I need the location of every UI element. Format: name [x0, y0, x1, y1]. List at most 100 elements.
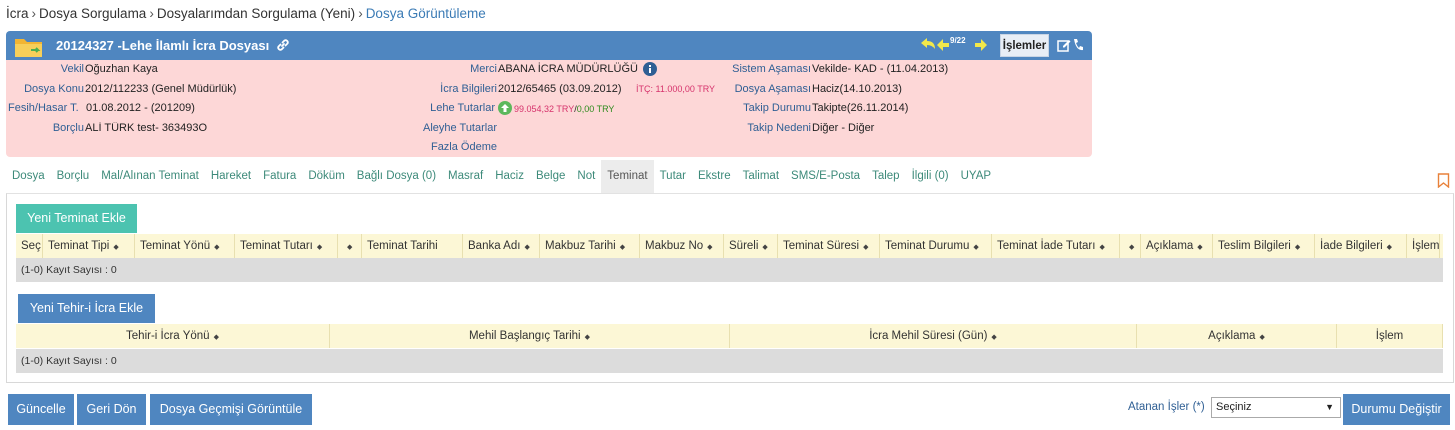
column-header[interactable]: İşlem [1407, 234, 1440, 258]
sort-icon[interactable]: ◆ [524, 244, 529, 251]
tab-item[interactable]: Fatura [257, 160, 302, 193]
tab-item[interactable]: İlgili (0) [906, 160, 955, 193]
column-header[interactable]: Teminat Tutarı ◆ [235, 234, 338, 258]
geri-don-button[interactable]: Geri Dön [77, 394, 146, 425]
column-header[interactable]: Teminat Tarihi [362, 234, 463, 258]
itc-value: İTÇ: 11.000,00 TRY [636, 84, 716, 94]
column-header[interactable]: İade Bilgileri ◆ [1315, 234, 1407, 258]
column-header-label: Makbuz No [645, 240, 704, 252]
breadcrumb-item-dosyalarimdan[interactable]: Dosyalarımdan Sorgulama (Yeni) [157, 6, 355, 21]
guncelle-button[interactable]: Güncelle [8, 394, 74, 425]
tab-item[interactable]: Hareket [205, 160, 257, 193]
column-header[interactable]: Teminat Süresi ◆ [778, 234, 880, 258]
sort-icon[interactable]: ◆ [762, 244, 767, 251]
column-header[interactable]: Seç [16, 234, 43, 258]
column-header[interactable]: Makbuz No ◆ [640, 234, 724, 258]
sort-icon[interactable]: ◆ [214, 244, 219, 251]
breadcrumb-item-icra[interactable]: İcra [6, 6, 29, 21]
tab-item[interactable]: Talimat [737, 160, 785, 193]
tab-item[interactable]: Borçlu [51, 160, 96, 193]
tab-item[interactable]: Bağlı Dosya (0) [351, 160, 442, 193]
tab-item[interactable]: Teminat [601, 160, 654, 193]
borclu-value[interactable]: ALİ TÜRK test- 363493O [85, 122, 220, 134]
sort-icon[interactable]: ◆ [707, 244, 712, 251]
column-header-label: Teminat İade Tutarı [997, 240, 1096, 252]
sort-icon[interactable]: ◆ [1387, 244, 1392, 251]
tab-item[interactable]: Tutar [654, 160, 692, 193]
tehir-record-count: (1-0) Kayıt Sayısı : 0 [16, 349, 1443, 373]
info-icon[interactable] [643, 62, 657, 76]
sort-icon[interactable]: ◆ [1129, 244, 1134, 251]
column-header-label: Teslim Bilgileri [1218, 240, 1291, 252]
column-header[interactable]: Teminat Tipi ◆ [43, 234, 135, 258]
column-header[interactable]: ◆ [338, 234, 362, 258]
sort-icon[interactable]: ◆ [1197, 244, 1202, 251]
column-header[interactable]: Tehir-i İcra Yönü ◆ [16, 324, 330, 348]
takip-nedeni-value: Diğer - Diğer [812, 122, 875, 134]
column-header[interactable]: Açıklama ◆ [1141, 234, 1213, 258]
tab-item[interactable]: Döküm [302, 160, 350, 193]
column-header[interactable]: Makbuz Tarihi ◆ [540, 234, 640, 258]
sort-icon[interactable]: ◆ [973, 244, 978, 251]
sort-icon[interactable]: ◆ [863, 244, 868, 251]
column-header-label: Teminat Yönü [140, 240, 211, 252]
tab-item[interactable]: Talep [866, 160, 906, 193]
add-tehir-button[interactable]: Yeni Tehir-i İcra Ekle [18, 294, 155, 323]
tab-item[interactable]: UYAP [955, 160, 997, 193]
column-header[interactable]: Açıklama ◆ [1137, 324, 1337, 348]
sort-icon[interactable]: ◆ [1295, 244, 1300, 251]
column-header[interactable]: Banka Adı ◆ [463, 234, 540, 258]
column-header-label: Teminat Süresi [783, 240, 860, 252]
arrow-up-icon [498, 101, 512, 115]
column-header[interactable]: Mehil Başlangıç Tarihi ◆ [330, 324, 730, 348]
sort-icon[interactable]: ◆ [1099, 244, 1104, 251]
dosya-konu-label: Dosya Konu [24, 83, 84, 95]
tab-item[interactable]: Belge [530, 160, 571, 193]
tab-item[interactable]: Dosya [6, 160, 51, 193]
tab-item[interactable]: Mal/Alınan Teminat [95, 160, 205, 193]
vekil-value: Oğuzhan Kaya [85, 63, 158, 75]
column-header[interactable]: Teminat İade Tutarı ◆ [992, 234, 1120, 258]
link-icon[interactable] [276, 38, 290, 52]
add-teminat-button[interactable]: Yeni Teminat Ekle [16, 204, 137, 233]
column-header[interactable]: Teminat Yönü ◆ [135, 234, 235, 258]
file-details: Vekil Oğuzhan Kaya Dosya Konu 2012/11223… [6, 60, 1092, 157]
column-header[interactable]: Teminat Durumu ◆ [880, 234, 992, 258]
column-header-label: Makbuz Tarihi [545, 240, 616, 252]
tab-bar: Dosya Borçlu Mal/Alınan Teminat Hareket Fatu… [6, 160, 997, 193]
column-header[interactable]: ◆ [1120, 234, 1141, 258]
sort-icon[interactable]: ◆ [214, 334, 219, 341]
sort-icon[interactable]: ◆ [317, 244, 322, 251]
tab-item[interactable]: Not [571, 160, 601, 193]
tab-item[interactable]: Ekstre [692, 160, 737, 193]
column-header[interactable]: İcra Mehil Süresi (Gün) ◆ [730, 324, 1137, 348]
sort-icon[interactable]: ◆ [347, 244, 352, 251]
column-header-label: İcra Mehil Süresi (Gün) [869, 330, 988, 342]
sort-icon[interactable]: ◆ [620, 244, 625, 251]
sort-icon[interactable]: ◆ [113, 244, 118, 251]
sort-icon[interactable]: ◆ [585, 334, 590, 341]
sort-icon[interactable]: ◆ [1259, 334, 1264, 341]
tab-item[interactable]: Masraf [442, 160, 489, 193]
breadcrumb-separator: › [31, 6, 37, 21]
takip-nedeni-label: Takip Nedeni [747, 122, 811, 134]
breadcrumb-separator: › [358, 6, 363, 21]
merci-label: Merci [470, 63, 497, 75]
tab-item[interactable]: SMS/E-Posta [785, 160, 866, 193]
column-header[interactable]: Teslim Bilgileri ◆ [1213, 234, 1315, 258]
tab-item[interactable]: Haciz [489, 160, 530, 193]
dosya-gecmisi-button[interactable]: Dosya Geçmişi Görüntüle [150, 394, 312, 425]
edit-icon[interactable] [1057, 38, 1071, 52]
islemler-button[interactable]: İşlemler [1000, 34, 1049, 57]
durumu-degistir-button[interactable]: Durumu Değiştir [1343, 394, 1450, 425]
column-header-label: Seç [21, 240, 41, 252]
phone-icon[interactable] [1072, 38, 1084, 52]
atanan-isler-select[interactable]: Seçiniz ▼ [1211, 397, 1341, 418]
takip-durumu-label: Takip Durumu [743, 102, 811, 114]
column-header[interactable]: Süreli ◆ [724, 234, 778, 258]
sort-icon[interactable]: ◆ [991, 334, 996, 341]
column-header[interactable]: İşlem [1337, 324, 1443, 348]
fesih-label: Fesih/Hasar T. [8, 102, 79, 114]
breadcrumb-item-dosya-sorgulama[interactable]: Dosya Sorgulama [39, 6, 146, 21]
bookmark-icon[interactable] [1437, 173, 1450, 188]
